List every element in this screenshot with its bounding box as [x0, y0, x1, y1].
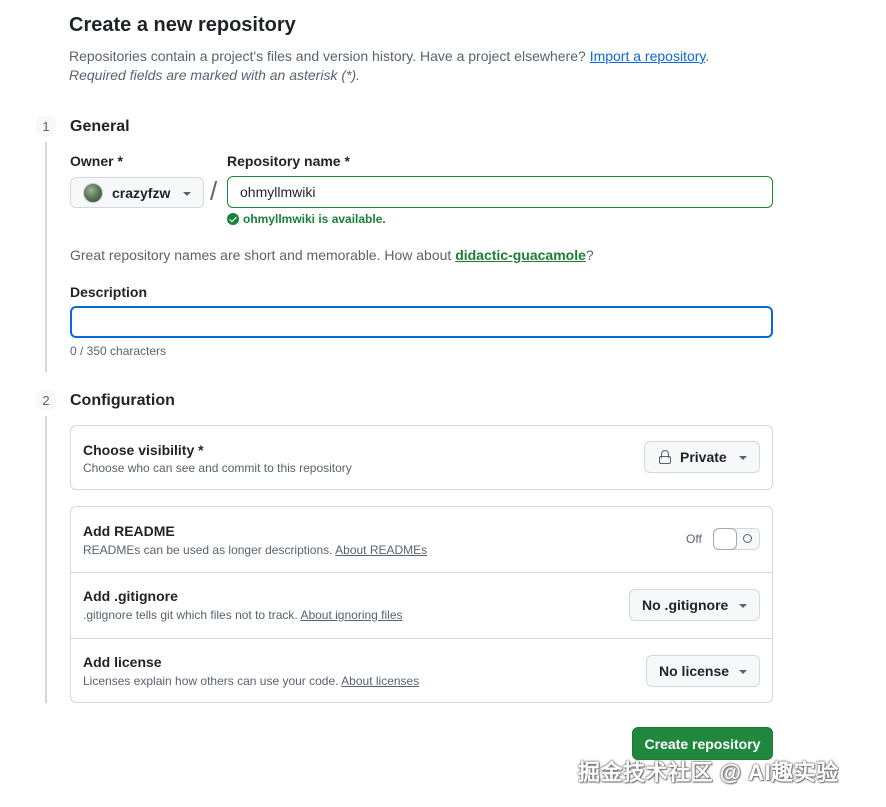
description-char-count: 0 / 350 characters [70, 344, 167, 358]
license-description-text: Licenses explain how others can use your… [83, 674, 339, 688]
readme-row: Add README READMEs can be used as longer… [71, 507, 772, 572]
suggestion-suffix: ? [585, 247, 594, 263]
visibility-title: Choose visibility * [83, 442, 204, 458]
license-select[interactable]: No license [646, 655, 760, 687]
step-number-general: 1 [35, 115, 57, 137]
readme-toggle[interactable] [713, 528, 760, 550]
chevron-down-icon [739, 456, 747, 460]
gitignore-row: Add .gitignore .gitignore tells git whic… [71, 572, 772, 638]
owner-label: Owner * [70, 153, 123, 169]
about-ignoring-files-link[interactable]: About ignoring files [300, 608, 402, 622]
gitignore-select[interactable]: No .gitignore [629, 589, 760, 621]
intro-text: Repositories contain a project's files a… [69, 46, 709, 67]
intro-period: . [705, 48, 710, 64]
toggle-off-icon [743, 534, 752, 543]
import-repository-link[interactable]: Import a repository [590, 48, 706, 64]
suggestion-text: Great repository names are short and mem… [70, 247, 452, 263]
availability-text: ohmyllmwiki is available. [243, 212, 386, 226]
intro-text-body: Repositories contain a project's files a… [69, 48, 586, 64]
license-description: Licenses explain how others can use your… [83, 674, 419, 688]
required-fields-note: Required fields are marked with an aster… [69, 67, 361, 83]
visibility-selected: Private [680, 449, 727, 465]
readme-title: Add README [83, 523, 175, 539]
description-label: Description [70, 284, 148, 300]
repository-name-input[interactable] [227, 176, 773, 208]
chevron-down-icon [183, 192, 191, 196]
chevron-down-icon [739, 670, 747, 674]
section-title-general: General [70, 118, 130, 135]
about-readmes-link[interactable]: About READMEs [335, 543, 427, 557]
step-connector-general [45, 142, 47, 372]
readme-description: READMEs can be used as longer descriptio… [83, 543, 427, 557]
readme-toggle-state: Off [686, 532, 702, 546]
visibility-panel: Choose visibility * Choose who can see a… [70, 425, 773, 490]
owner-avatar [83, 182, 103, 203]
owner-repo-separator: / [210, 176, 218, 206]
readme-description-text: READMEs can be used as longer descriptio… [83, 543, 333, 557]
gitignore-selected: No .gitignore [642, 597, 729, 613]
toggle-knob [713, 528, 737, 550]
chevron-down-icon [739, 604, 747, 608]
license-row: Add license Licenses explain how others … [71, 638, 772, 703]
gitignore-title: Add .gitignore [83, 588, 178, 604]
name-suggestion: Great repository names are short and mem… [70, 247, 594, 263]
license-title: Add license [83, 654, 162, 670]
repository-options-panel: Add README READMEs can be used as longer… [70, 506, 773, 703]
gitignore-description: .gitignore tells git which files not to … [83, 608, 403, 622]
lock-icon [659, 450, 671, 464]
license-selected: No license [659, 663, 730, 679]
gitignore-description-text: .gitignore tells git which files not to … [83, 608, 298, 622]
owner-select[interactable]: crazyfzw [70, 177, 204, 208]
section-title-configuration: Configuration [70, 392, 175, 409]
availability-message: ohmyllmwiki is available. [227, 212, 386, 226]
page-title: Create a new repository [69, 14, 296, 36]
watermark-text: 掘金技术社区 @ AI趣实验 [578, 760, 839, 785]
about-licenses-link[interactable]: About licenses [341, 674, 419, 688]
owner-name: crazyfzw [112, 184, 171, 201]
step-number-configuration: 2 [35, 389, 57, 411]
repository-name-label: Repository name * [227, 153, 350, 169]
step-connector-configuration [45, 416, 47, 703]
description-input[interactable] [70, 306, 773, 338]
visibility-select[interactable]: Private [644, 441, 760, 473]
check-circle-icon [227, 213, 239, 225]
suggested-name-link[interactable]: didactic-guacamole [455, 247, 586, 263]
visibility-description: Choose who can see and commit to this re… [83, 461, 352, 475]
